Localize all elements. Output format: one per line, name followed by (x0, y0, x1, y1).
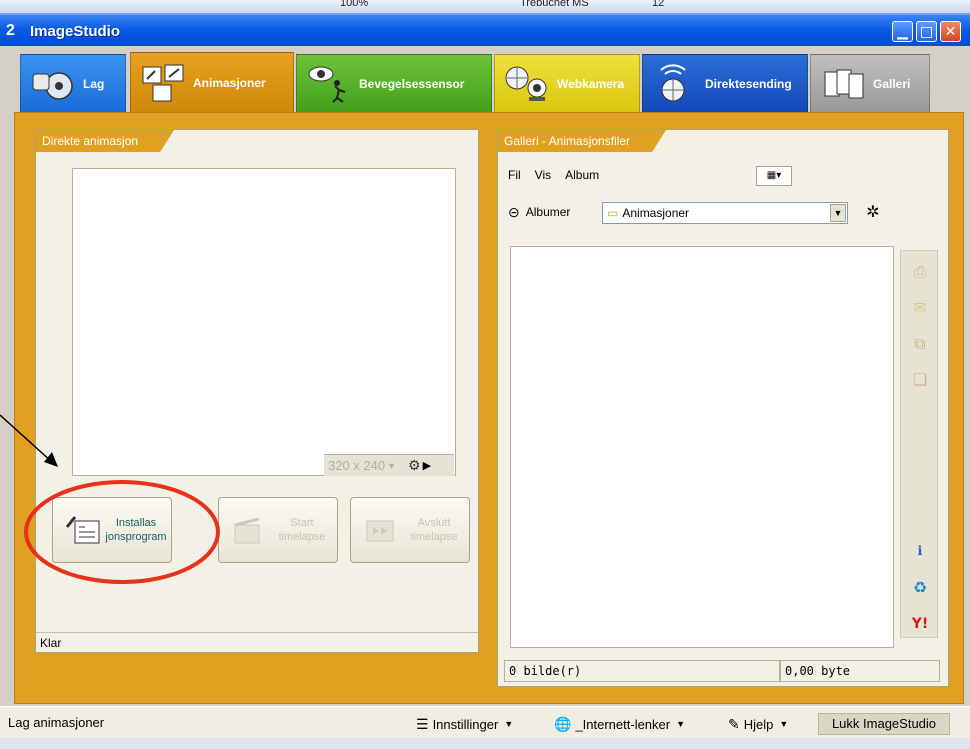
status-text: Lag animasjoner (8, 715, 105, 730)
internet-links-label: _Internett-lenker (575, 716, 671, 732)
start-timelapse-button[interactable]: Start timelapse (218, 497, 338, 563)
tab-bevegelsessensor[interactable]: Bevegelsessensor (296, 54, 492, 112)
tab-label: Lag (83, 76, 105, 91)
internet-links-button[interactable]: 🌐 _Internett-lenker ▼ (554, 713, 685, 735)
new-album-icon[interactable]: ✲ (862, 202, 884, 224)
gallery-thumbnails[interactable] (510, 246, 894, 648)
chevron-down-icon[interactable]: ▼ (830, 204, 846, 222)
webcam-icon (503, 64, 551, 104)
maximize-button[interactable]: □ (916, 21, 937, 42)
panel-title: Galleri - Animasjonsfiler (498, 130, 666, 152)
folder-icon: ▭ (607, 206, 619, 220)
app-icon: 2 (6, 22, 15, 39)
zoom-value: 100% (340, 0, 369, 9)
play-arrow-icon[interactable]: ▶ (423, 459, 431, 472)
button-label-line2: timelapse (410, 531, 458, 543)
gallery-menu: Fil Vis Album (508, 162, 613, 188)
button-label-line1: Avslutt (417, 517, 451, 529)
tab-direktesending[interactable]: Direktesending (642, 54, 808, 112)
chevron-down-icon: ▼ (504, 719, 514, 729)
tab-galleri[interactable]: Galleri (810, 54, 930, 112)
menu-album[interactable]: Album (565, 168, 599, 182)
minimize-button[interactable]: ▁ (892, 21, 913, 42)
resolution-bar: 320 x 240 ▼ ⚙ ▶ (324, 454, 454, 476)
albums-row: ⊝ Albumer (508, 200, 570, 224)
film-camera-icon (29, 64, 77, 104)
tab-label: Animasjoner (193, 75, 266, 90)
background-strip (0, 738, 970, 749)
tab-label: Direktesending (705, 76, 792, 91)
close-button[interactable]: ✕ (940, 21, 961, 42)
share-icon[interactable]: ♻ (909, 577, 931, 599)
minimize-icon: ▁ (897, 23, 908, 40)
live-animation-panel: Direkte animasjon 320 x 240 ▼ ⚙ ▶ Instal… (35, 129, 479, 653)
animation-preview (72, 168, 456, 476)
main-content: Direkte animasjon 320 x 240 ▼ ⚙ ▶ Instal… (14, 112, 964, 704)
settings-icon[interactable]: ⚙ (408, 457, 421, 474)
maximize-icon: □ (919, 23, 934, 40)
timelapse-stop-icon (366, 520, 394, 542)
yahoo-icon[interactable]: Y! (909, 613, 931, 635)
install-program-button[interactable]: Installas jonsprogram (52, 497, 172, 563)
button-label-line1: Installas (115, 517, 157, 529)
view-mode-icon[interactable]: ▦▾ (756, 166, 792, 186)
albums-label: Albumer (525, 205, 571, 219)
album-icon: ⊝ (508, 203, 520, 220)
globe-icon: 🌐 (554, 715, 572, 732)
install-icon (65, 516, 100, 544)
background-toolbar: 100% Trebuchet MS 12 (0, 0, 970, 14)
help-book-icon: ✎ (728, 715, 740, 732)
stack-icon[interactable]: ❏ (909, 369, 931, 391)
side-toolbar: ⎙ ✉ ⧉ ❏ ℹ ♻ Y! (900, 250, 938, 638)
tab-label: Galleri (873, 76, 911, 91)
screen: 100% Trebuchet MS 12 2 ImageStudio ▁ □ ✕… (0, 0, 970, 749)
image-count: 0 bilde(r) (504, 660, 780, 682)
chevron-down-icon: ▼ (676, 719, 686, 729)
chevron-down-icon[interactable]: ▼ (387, 461, 396, 471)
tab-bar: Lag Animasjoner Bevegelsessensor Webkame… (14, 48, 970, 112)
album-select[interactable]: ▭ Animasjoner ▼ (602, 202, 848, 224)
stop-timelapse-button[interactable]: Avslutt timelapse (350, 497, 470, 563)
help-label: Hjelp (743, 716, 774, 732)
close-icon: ✕ (944, 23, 957, 40)
eye-motion-icon (305, 64, 353, 104)
title-bar: 2 ImageStudio ▁ □ ✕ (0, 14, 970, 46)
panel-title: Direkte animasjon (36, 130, 174, 152)
tab-lag[interactable]: Lag (20, 54, 126, 112)
button-label-line2: timelapse (278, 531, 326, 543)
settings-button[interactable]: ☰ Innstillinger ▼ (416, 713, 513, 735)
timelapse-start-icon (234, 517, 260, 544)
resolution-select[interactable]: 320 x 240 (328, 458, 385, 473)
window-title: ImageStudio (30, 23, 121, 40)
tab-label: Webkamera (557, 76, 625, 91)
menu-fil[interactable]: Fil (508, 168, 521, 182)
broadcast-globe-icon (651, 63, 699, 104)
album-selected-value: Animasjoner (622, 206, 690, 220)
font-name: Trebuchet MS (520, 0, 589, 9)
close-imagestudio-button[interactable]: Lukk ImageStudio (818, 713, 950, 735)
settings-list-icon: ☰ (416, 715, 429, 732)
menu-vis[interactable]: Vis (535, 168, 551, 182)
gallery-status: 0 bilde(r) 0,00 byte (504, 660, 940, 682)
tab-animasjoner[interactable]: Animasjoner (130, 52, 294, 112)
status-bar: Lag animasjoner ☰ Innstillinger ▼ 🌐 _Int… (0, 706, 970, 738)
gallery-panel: Galleri - Animasjonsfiler Fil Vis Album … (497, 129, 949, 687)
help-button[interactable]: ✎ Hjelp ▼ (728, 713, 788, 735)
font-size: 12 (652, 0, 665, 9)
animation-frames-icon (139, 63, 187, 103)
tab-label: Bevegelsessensor (359, 76, 465, 91)
print-icon[interactable]: ⎙ (909, 261, 931, 283)
button-label-line2: jonsprogram (105, 531, 167, 543)
total-size: 0,00 byte (780, 660, 940, 682)
tab-webkamera[interactable]: Webkamera (494, 54, 640, 112)
gallery-icon (819, 64, 867, 104)
im-icon[interactable]: ℹ (909, 541, 931, 563)
button-label-line1: Start (290, 517, 314, 529)
panel-status: Klar (36, 632, 478, 652)
settings-label: Innstillinger (432, 716, 499, 732)
chevron-down-icon: ▼ (779, 719, 789, 729)
email-icon[interactable]: ✉ (909, 297, 931, 319)
copy-icon[interactable]: ⧉ (909, 333, 931, 355)
